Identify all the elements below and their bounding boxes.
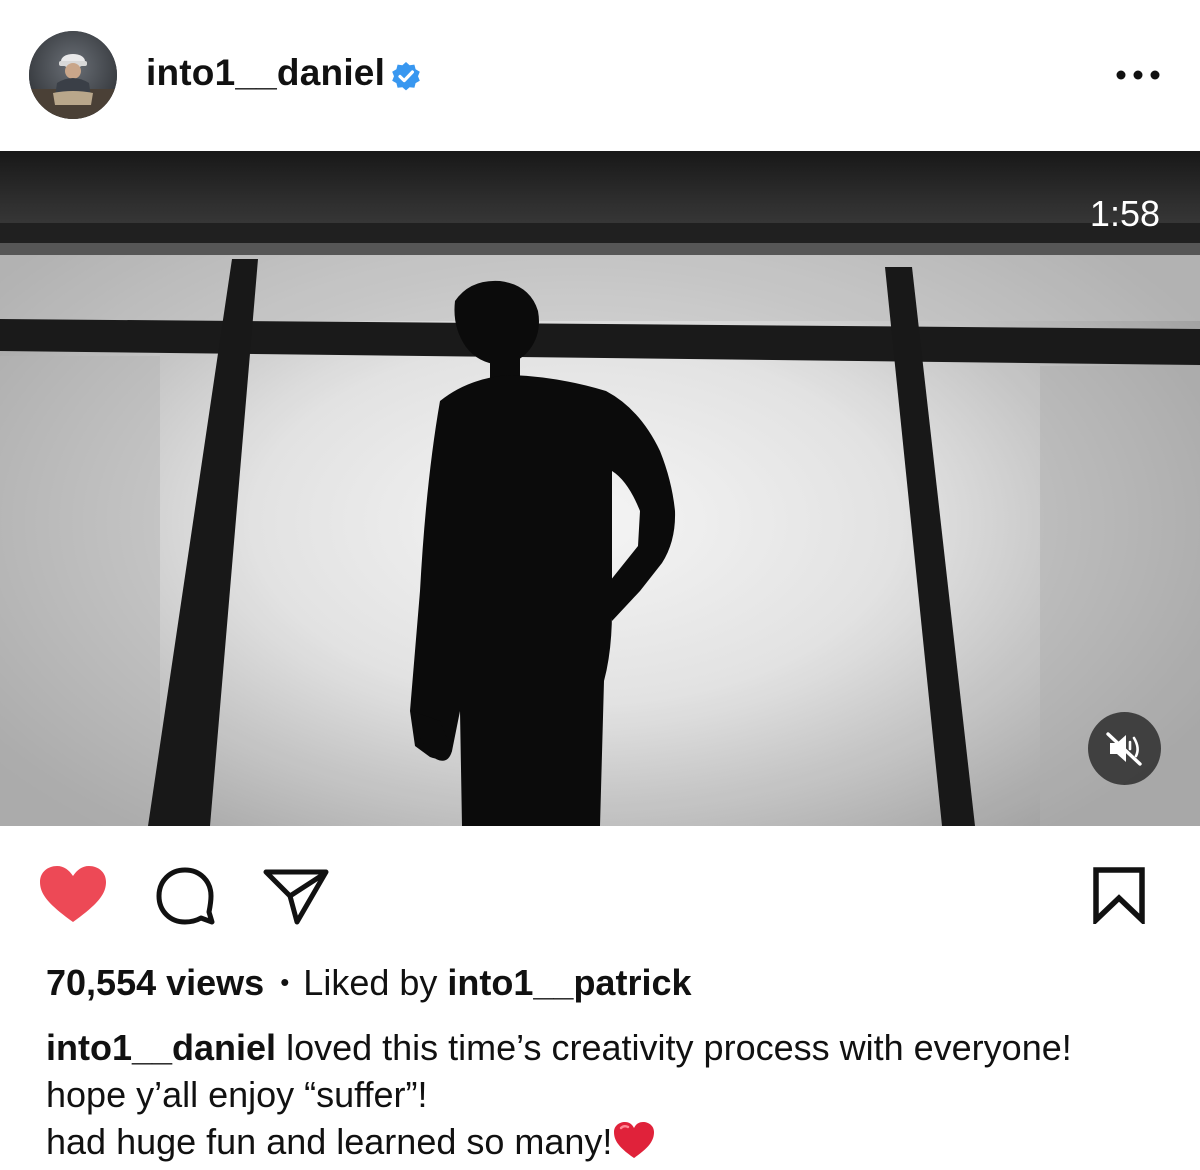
post-stats: 70,554 views • Liked by into1__patrick xyxy=(46,962,692,1004)
post-actions xyxy=(0,826,1200,956)
comment-icon xyxy=(156,867,215,925)
liked-by-user[interactable]: into1__patrick xyxy=(447,962,691,1003)
view-count[interactable]: 70,554 views xyxy=(46,962,264,1003)
caption-line-3: had huge fun and learned so many! xyxy=(46,1118,1176,1165)
mute-toggle-button[interactable] xyxy=(1088,712,1161,785)
heart-filled-icon xyxy=(40,866,106,922)
bookmark-icon xyxy=(1093,867,1145,927)
post-video[interactable]: 1:58 xyxy=(0,151,1200,826)
caption-text-3: had huge fun and learned so many! xyxy=(46,1121,613,1162)
avatar[interactable] xyxy=(29,31,117,119)
share-button[interactable] xyxy=(262,866,330,931)
caption-line-1: into1__daniel loved this time’s creativi… xyxy=(46,1024,1176,1071)
post-caption: into1__daniel loved this time’s creativi… xyxy=(46,1024,1176,1165)
post-header: into1__daniel xyxy=(0,0,1200,150)
video-frame xyxy=(0,151,1200,826)
send-icon xyxy=(263,869,329,925)
liked-by-label: Liked by xyxy=(303,962,438,1003)
separator-dot: • xyxy=(280,967,290,997)
speaker-muted-icon xyxy=(1106,732,1142,766)
like-button[interactable] xyxy=(38,864,108,931)
caption-line-2: hope y’all enjoy “suffer”! xyxy=(46,1074,428,1115)
red-heart-emoji-icon xyxy=(614,1122,655,1158)
verified-badge-icon xyxy=(390,60,422,92)
caption-username[interactable]: into1__daniel xyxy=(46,1027,276,1068)
save-button[interactable] xyxy=(1092,866,1148,929)
post-username[interactable]: into1__daniel xyxy=(146,52,385,94)
comment-button[interactable] xyxy=(154,864,218,933)
video-duration: 1:58 xyxy=(1089,193,1160,234)
more-options-icon[interactable] xyxy=(1112,60,1164,90)
caption-text-1: loved this time’s creativity process wit… xyxy=(286,1027,1072,1068)
